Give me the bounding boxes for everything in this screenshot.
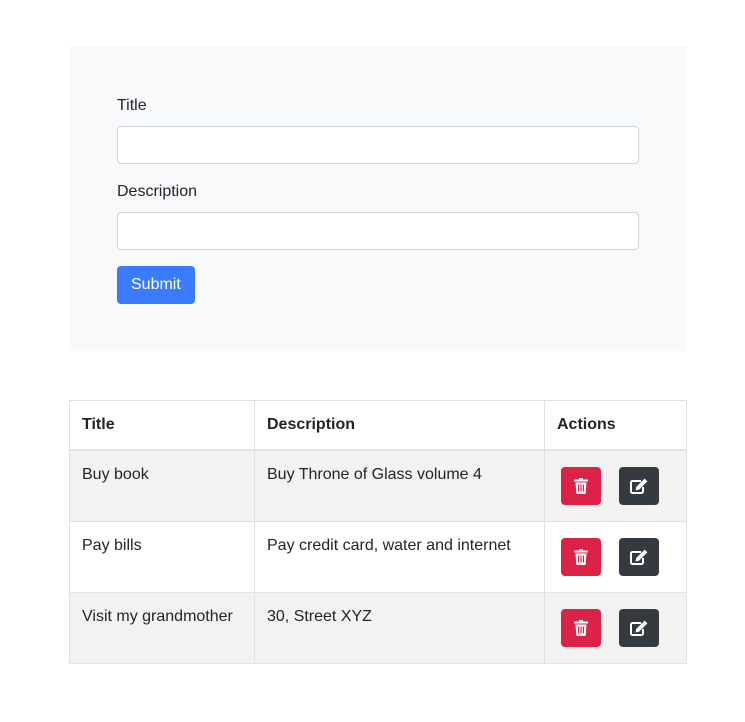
task-form-panel: Title Description Submit [69, 46, 686, 351]
edit-button[interactable] [619, 538, 659, 576]
header-actions: Actions [544, 400, 687, 451]
row-actions [544, 592, 687, 664]
submit-button[interactable]: Submit [117, 266, 195, 304]
edit-button[interactable] [619, 467, 659, 505]
edit-button[interactable] [619, 609, 659, 647]
title-input[interactable] [117, 126, 639, 164]
delete-button[interactable] [561, 609, 601, 647]
task-form: Title Description Submit [117, 94, 639, 304]
table-row: Buy book Buy Throne of Glass volume 4 [69, 449, 687, 522]
edit-icon [630, 478, 648, 494]
row-description: 30, Street XYZ [254, 592, 545, 664]
description-input[interactable] [117, 212, 639, 250]
row-actions [544, 449, 687, 522]
delete-button[interactable] [561, 538, 601, 576]
row-description: Buy Throne of Glass volume 4 [254, 449, 545, 522]
table-row: Visit my grandmother 30, Street XYZ [69, 592, 687, 664]
delete-button[interactable] [561, 467, 601, 505]
header-title: Title [69, 400, 255, 451]
description-label: Description [117, 183, 198, 200]
trash-icon [574, 620, 588, 636]
edit-icon [630, 620, 648, 636]
row-title: Visit my grandmother [69, 592, 255, 664]
row-title: Pay bills [69, 521, 255, 593]
tasks-table: Title Description Actions Buy book Buy T… [69, 400, 687, 664]
trash-icon [574, 549, 588, 565]
header-description: Description [254, 400, 545, 451]
title-label: Title [117, 97, 147, 114]
row-description: Pay credit card, water and internet [254, 521, 545, 593]
edit-icon [630, 549, 648, 565]
trash-icon [574, 478, 588, 494]
row-actions [544, 521, 687, 593]
row-title: Buy book [69, 449, 255, 522]
table-header-row: Title Description Actions [69, 400, 687, 451]
table-row: Pay bills Pay credit card, water and int… [69, 521, 687, 593]
